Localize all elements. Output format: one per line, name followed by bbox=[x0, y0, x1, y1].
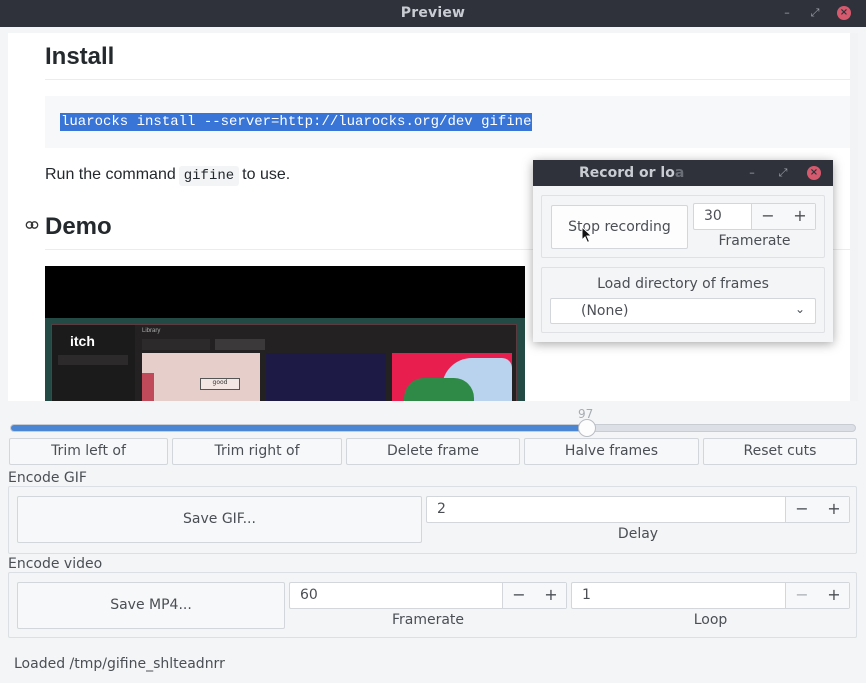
run-text-before: Run the command bbox=[45, 166, 176, 183]
dialog-title: Record or loa bbox=[579, 165, 685, 181]
save-mp4-button[interactable]: Save MP4... bbox=[17, 582, 285, 629]
halve-frames-button[interactable]: Halve frames bbox=[524, 438, 699, 465]
game-tile-text: good bbox=[200, 378, 240, 390]
delay-decrement-button[interactable]: − bbox=[786, 499, 818, 518]
trim-left-button[interactable]: Trim left of bbox=[9, 438, 168, 465]
record-framerate-increment-button[interactable]: + bbox=[784, 206, 816, 225]
loop-spinbox[interactable]: 1 − + bbox=[571, 582, 850, 609]
game-tile: good bbox=[142, 353, 260, 401]
loop-increment-button[interactable]: + bbox=[818, 585, 850, 604]
stop-recording-button[interactable]: Stop recording bbox=[551, 205, 688, 249]
delay-value[interactable]: 2 bbox=[437, 501, 446, 517]
game-tile bbox=[266, 353, 386, 401]
record-framerate-label: Framerate bbox=[718, 233, 791, 249]
dialog-close-icon[interactable]: × bbox=[807, 166, 821, 180]
demo-heading: Demo bbox=[45, 213, 112, 240]
video-framerate-label: Framerate bbox=[391, 612, 465, 628]
framerate-increment-button[interactable]: + bbox=[535, 585, 567, 604]
mouse-cursor-icon bbox=[581, 225, 593, 244]
window-title: Preview bbox=[400, 5, 466, 21]
status-message: Loaded /tmp/gifine_shlteadnrr bbox=[14, 656, 225, 672]
install-command[interactable]: luarocks install --server=http://luarock… bbox=[60, 113, 533, 131]
chevron-down-icon[interactable]: ⌄ bbox=[795, 302, 805, 316]
loop-decrement-button[interactable]: − bbox=[786, 585, 818, 604]
encode-gif-label: Encode GIF bbox=[8, 470, 89, 486]
loop-label: Loop bbox=[693, 612, 728, 628]
delay-increment-button[interactable]: + bbox=[818, 499, 850, 518]
close-icon[interactable]: × bbox=[837, 6, 851, 20]
record-framerate-decrement-button[interactable]: − bbox=[752, 206, 784, 225]
save-gif-button[interactable]: Save GIF... bbox=[17, 496, 422, 543]
record-framerate-value[interactable]: 30 bbox=[704, 208, 722, 224]
delete-frame-button[interactable]: Delete frame bbox=[346, 438, 520, 465]
install-heading: Install bbox=[45, 43, 115, 70]
link-icon[interactable] bbox=[25, 218, 39, 234]
run-instruction: Run the command gifine to use. bbox=[45, 166, 291, 186]
record-dialog: Record or loa – ⤢ × Stop recording 30 − … bbox=[533, 160, 833, 342]
delay-label: Delay bbox=[617, 526, 659, 542]
install-code-block: luarocks install --server=http://luarock… bbox=[45, 96, 858, 148]
slider-fill bbox=[11, 425, 587, 431]
itch-logo: itch bbox=[70, 333, 95, 349]
demo-screenshot: itch Library good bbox=[45, 266, 525, 401]
load-directory-label: Load directory of frames bbox=[597, 276, 769, 292]
run-inline-code: gifine bbox=[178, 166, 240, 186]
reset-cuts-button[interactable]: Reset cuts bbox=[703, 438, 857, 465]
itch-library-label: Library bbox=[142, 328, 161, 334]
trim-right-button[interactable]: Trim right of bbox=[172, 438, 342, 465]
slider-thumb[interactable] bbox=[578, 419, 596, 437]
frame-slider[interactable] bbox=[10, 419, 856, 437]
load-directory-select[interactable]: (None) ⌄ bbox=[550, 298, 816, 324]
maximize-icon[interactable]: ⤢ bbox=[808, 6, 822, 20]
preview-scrollbar[interactable] bbox=[850, 33, 858, 401]
window-titlebar: Preview – ⤢ × bbox=[0, 0, 866, 27]
itch-window: itch Library good bbox=[45, 318, 525, 401]
encode-video-label: Encode video bbox=[8, 556, 105, 572]
record-framerate-spinbox[interactable]: 30 − + bbox=[693, 203, 816, 230]
itch-sidebar: itch bbox=[52, 325, 135, 401]
dialog-maximize-icon[interactable]: ⤢ bbox=[776, 166, 790, 180]
run-text-after: to use. bbox=[242, 166, 291, 183]
minimize-icon[interactable]: – bbox=[780, 6, 794, 20]
loop-value[interactable]: 1 bbox=[582, 587, 591, 603]
framerate-decrement-button[interactable]: − bbox=[503, 585, 535, 604]
load-directory-value: (None) bbox=[581, 303, 629, 319]
delay-spinbox[interactable]: 2 − + bbox=[426, 496, 850, 523]
game-tile bbox=[392, 353, 512, 401]
video-framerate-value[interactable]: 60 bbox=[300, 587, 318, 603]
heading-divider bbox=[45, 79, 858, 80]
dialog-minimize-icon[interactable]: – bbox=[745, 166, 759, 180]
dialog-titlebar: Record or loa – ⤢ × bbox=[533, 160, 833, 186]
video-framerate-spinbox[interactable]: 60 − + bbox=[289, 582, 567, 609]
